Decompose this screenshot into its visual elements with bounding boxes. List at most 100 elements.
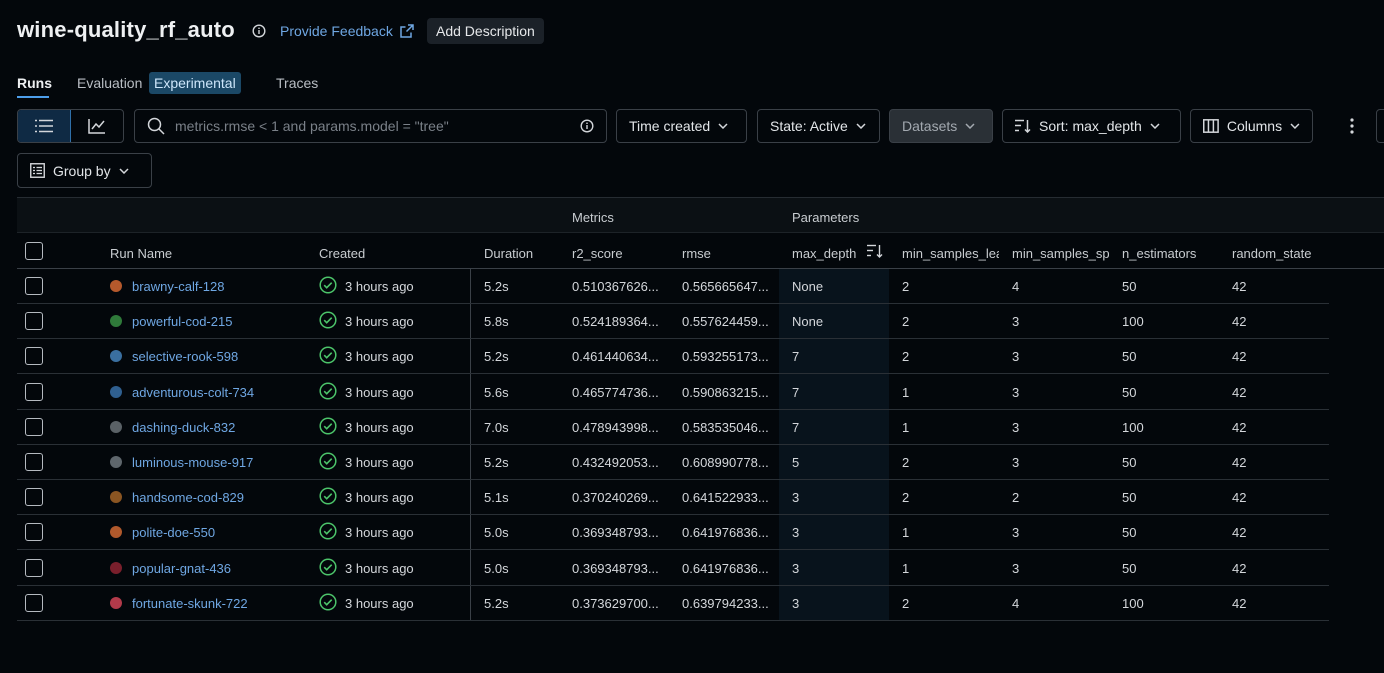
run-color-dot: [110, 456, 122, 468]
datasets-label: Datasets: [902, 118, 958, 134]
r2-score-value: 0.478943998...: [572, 419, 659, 435]
state-dropdown[interactable]: State: Active: [757, 109, 880, 143]
col-rmse[interactable]: rmse: [682, 246, 711, 261]
view-mode-toggle: [17, 109, 124, 143]
random-state-value: 42: [1232, 490, 1247, 506]
info-icon[interactable]: [580, 119, 594, 133]
run-name-link[interactable]: dashing-duck-832: [132, 420, 235, 435]
row-checkbox[interactable]: [25, 523, 43, 542]
random-state-value: 42: [1232, 279, 1247, 294]
search-input[interactable]: [173, 117, 572, 135]
random-state-value: 42: [1232, 455, 1247, 470]
success-check-icon: [319, 382, 337, 400]
sort-label: Sort: max_depth: [1039, 118, 1142, 134]
col-r2-score[interactable]: r2_score: [572, 246, 623, 261]
search-bar: [134, 109, 607, 143]
side-panel-toggle[interactable]: [1376, 109, 1384, 143]
success-check-icon: [319, 593, 337, 611]
run-name-link[interactable]: polite-doe-550: [132, 525, 215, 540]
min-samples-split-value: 3: [1012, 455, 1020, 470]
table-row[interactable]: brawny-calf-128 3 hours ago 5.2s 0.51036762…: [17, 269, 1329, 304]
more-options-button[interactable]: [1340, 109, 1364, 143]
info-icon[interactable]: [252, 24, 266, 38]
min-samples-leaf-value: 1: [902, 419, 910, 435]
run-color-dot: [110, 385, 122, 398]
table-row[interactable]: dashing-duck-832 3 hours ago 7.0s 0.4789439…: [17, 410, 1329, 445]
run-name-link[interactable]: fortunate-skunk-722: [132, 596, 248, 611]
col-min-samples-split[interactable]: min_samples_sp: [1012, 246, 1109, 261]
run-name-link[interactable]: adventurous-colt-734: [132, 385, 254, 400]
table-row[interactable]: fortunate-skunk-722 3 hours ago 5.2s 0.3736…: [17, 586, 1329, 621]
table-view-button[interactable]: [18, 110, 71, 142]
table-row[interactable]: popular-gnat-436 3 hours ago 5.0s 0.3693487…: [17, 551, 1329, 586]
n-estimators-value: 50: [1122, 349, 1137, 365]
max-depth-value: 7: [792, 384, 800, 400]
row-checkbox[interactable]: [25, 453, 43, 471]
run-name-link[interactable]: powerful-cod-215: [132, 314, 232, 329]
min-samples-split-value: 4: [1012, 279, 1020, 294]
chart-view-button[interactable]: [71, 110, 123, 142]
time-created-dropdown[interactable]: Time created: [616, 109, 747, 143]
table-row[interactable]: handsome-cod-829 3 hours ago 5.1s 0.3702402…: [17, 480, 1329, 516]
run-name-link[interactable]: brawny-calf-128: [132, 279, 225, 294]
min-samples-split-value: 3: [1012, 314, 1020, 330]
table-row[interactable]: adventurous-colt-734 3 hours ago 5.6s 0.465…: [17, 375, 1329, 410]
col-created[interactable]: Created: [319, 246, 365, 261]
random-state-value: 42: [1232, 419, 1247, 435]
min-samples-leaf-value: 2: [902, 490, 910, 506]
row-checkbox[interactable]: [25, 488, 43, 507]
row-checkbox[interactable]: [25, 593, 43, 612]
metrics-group-label: Metrics: [572, 210, 614, 225]
run-name-link[interactable]: luminous-mouse-917: [132, 455, 253, 470]
row-checkbox[interactable]: [25, 277, 43, 295]
chevron-down-icon: [119, 167, 129, 174]
duration-value: 5.2s: [484, 455, 509, 470]
sort-descending-icon[interactable]: [867, 244, 883, 258]
chevron-down-icon: [1150, 123, 1160, 129]
run-color-dot: [110, 526, 122, 539]
random-state-value: 42: [1232, 314, 1247, 330]
row-checkbox[interactable]: [25, 558, 43, 577]
table-row[interactable]: luminous-mouse-917 3 hours ago 5.2s 0.43249…: [17, 445, 1329, 480]
created-time: 3 hours ago: [345, 525, 414, 541]
col-max-depth[interactable]: max_depth: [792, 246, 856, 261]
tab-evaluation[interactable]: Evaluation: [77, 75, 142, 91]
duration-value: 5.0s: [484, 525, 509, 541]
row-checkbox[interactable]: [25, 417, 43, 436]
row-checkbox[interactable]: [25, 312, 43, 331]
row-checkbox[interactable]: [25, 382, 43, 401]
col-random-state[interactable]: random_state: [1232, 246, 1312, 261]
run-color-dot: [110, 315, 122, 328]
col-n-estimators[interactable]: n_estimators: [1122, 246, 1196, 261]
chevron-down-icon: [1290, 123, 1300, 129]
group-by-label: Group by: [53, 162, 111, 179]
run-name-link[interactable]: selective-rook-598: [132, 349, 238, 364]
r2-score-value: 0.432492053...: [572, 455, 659, 470]
random-state-value: 42: [1232, 595, 1247, 611]
add-description-button[interactable]: Add Description: [427, 18, 544, 44]
run-name-link[interactable]: popular-gnat-436: [132, 561, 231, 576]
n-estimators-value: 50: [1122, 455, 1137, 470]
run-name-link[interactable]: handsome-cod-829: [132, 490, 244, 505]
sort-dropdown[interactable]: Sort: max_depth: [1002, 109, 1181, 143]
success-check-icon: [319, 487, 337, 505]
tab-traces[interactable]: Traces: [276, 75, 318, 91]
col-min-samples-leaf[interactable]: min_samples_lea: [902, 246, 999, 261]
table-row[interactable]: powerful-cod-215 3 hours ago 5.8s 0.5241893…: [17, 304, 1329, 340]
provide-feedback-link[interactable]: Provide Feedback: [280, 23, 415, 39]
min-samples-split-value: 2: [1012, 490, 1020, 506]
col-run-name[interactable]: Run Name: [110, 246, 172, 261]
table-row[interactable]: selective-rook-598 3 hours ago 5.2s 0.46144…: [17, 339, 1329, 375]
rmse-value: 0.593255173...: [682, 349, 769, 365]
select-all-checkbox[interactable]: [25, 242, 43, 260]
datasets-dropdown[interactable]: Datasets: [889, 109, 993, 143]
max-depth-value: 3: [792, 525, 800, 541]
col-duration[interactable]: Duration: [484, 246, 533, 261]
group-by-dropdown[interactable]: Group by: [17, 153, 152, 188]
columns-dropdown[interactable]: Columns: [1190, 109, 1313, 143]
table-row[interactable]: polite-doe-550 3 hours ago 5.0s 0.369348793…: [17, 515, 1329, 551]
columns-icon: [1203, 119, 1219, 133]
tab-runs[interactable]: Runs: [17, 75, 52, 91]
row-checkbox[interactable]: [25, 347, 43, 366]
success-check-icon: [319, 452, 337, 470]
